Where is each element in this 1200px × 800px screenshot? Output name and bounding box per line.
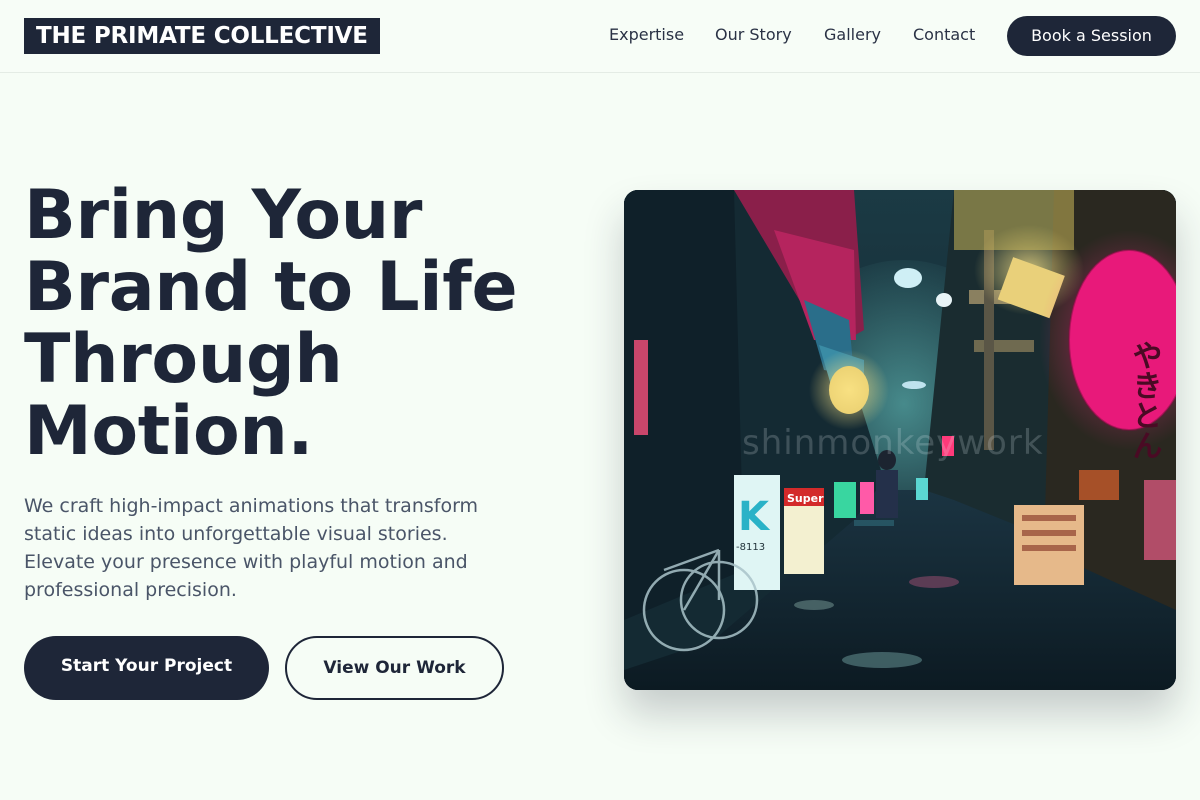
super-sign: Super bbox=[787, 492, 824, 505]
alley-illustration: やきとん K -8113 Super shinmonkeywork bbox=[624, 190, 1176, 690]
start-project-button[interactable]: Start Your Project bbox=[24, 636, 269, 700]
hero-image: やきとん K -8113 Super shinmonkeywork bbox=[624, 190, 1176, 690]
nav-link-our-story[interactable]: Our Story bbox=[715, 24, 792, 46]
headline-line: Motion. bbox=[24, 392, 314, 471]
headline-line: Through bbox=[24, 320, 343, 399]
description-line: professional precision. bbox=[24, 579, 237, 601]
svg-text:K: K bbox=[738, 494, 771, 540]
description-line: Elevate your presence with playful motio… bbox=[24, 551, 468, 573]
brand-logo[interactable]: THE PRIMATE COLLECTIVE bbox=[24, 18, 380, 54]
nav-link-expertise[interactable]: Expertise bbox=[609, 24, 684, 46]
nav-link-contact[interactable]: Contact bbox=[913, 24, 975, 46]
navbar: THE PRIMATE COLLECTIVE Expertise Our Sto… bbox=[0, 0, 1200, 73]
view-work-button[interactable]: View Our Work bbox=[285, 636, 504, 700]
book-session-button[interactable]: Book a Session bbox=[1007, 16, 1176, 56]
watermark-text: shinmonkeywork bbox=[742, 423, 1044, 463]
hero-description: We craft high-impact animations that tra… bbox=[24, 492, 544, 604]
phone-sign: -8113 bbox=[736, 542, 765, 553]
description-line: We craft high-impact animations that tra… bbox=[24, 495, 479, 517]
description-line: static ideas into unforgettable visual s… bbox=[24, 523, 448, 545]
lantern-sign: やきとん bbox=[1127, 340, 1162, 460]
headline-line: Bring Your bbox=[24, 176, 423, 255]
headline-line: Brand to Life bbox=[24, 248, 518, 327]
nav-link-gallery[interactable]: Gallery bbox=[824, 24, 881, 46]
hero-headline: Bring Your Brand to Life Through Motion. bbox=[24, 180, 604, 468]
